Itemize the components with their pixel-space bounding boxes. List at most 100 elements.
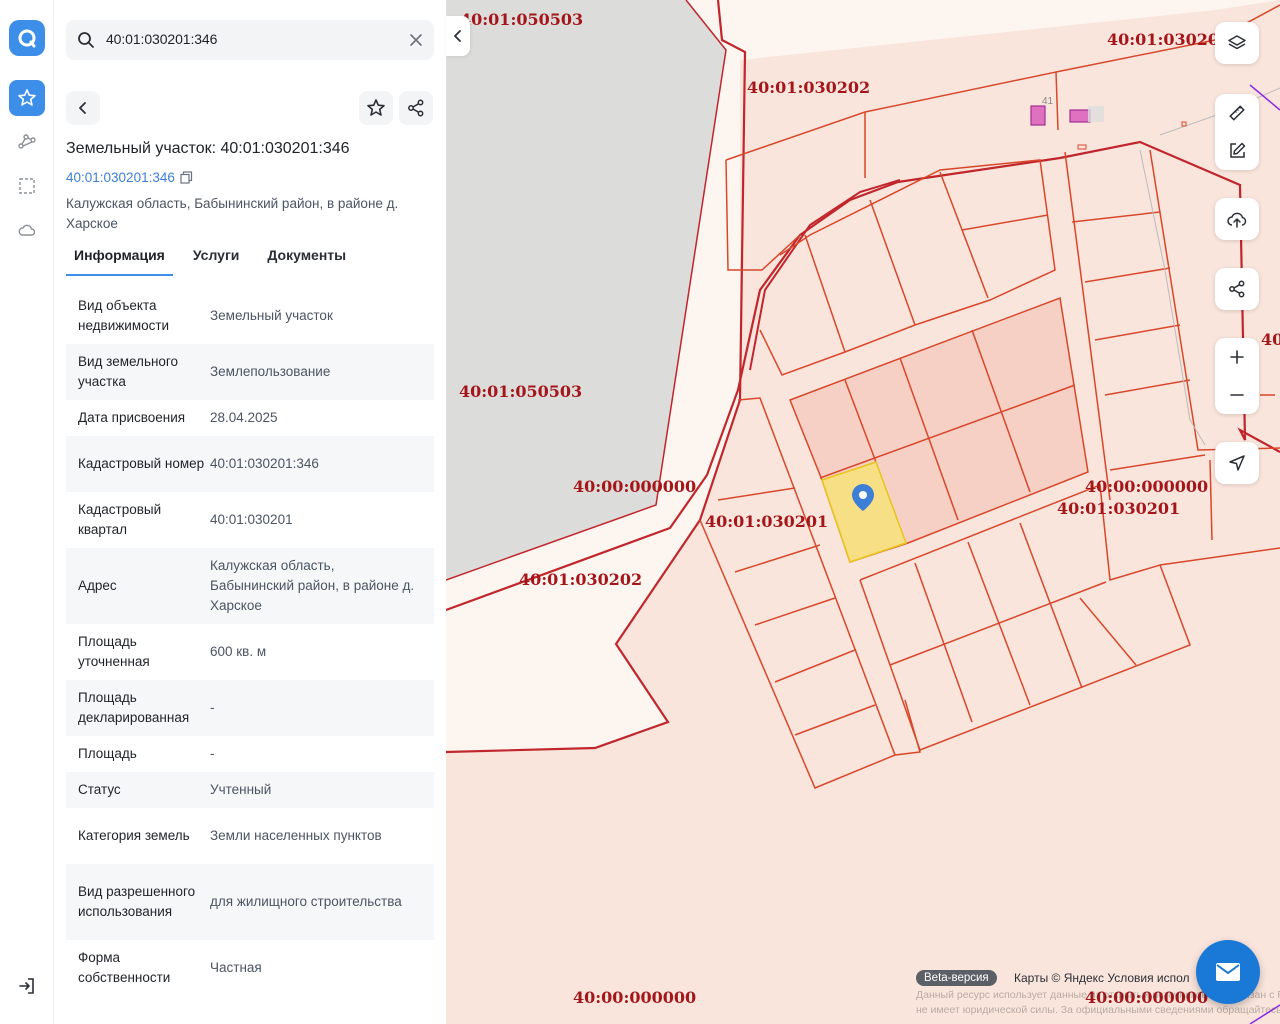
geolocation-control[interactable] [1215, 442, 1259, 484]
map-view[interactable]: 40:01:050503 40:01:050503 40:01:030202 4… [446, 0, 1280, 1024]
search-box[interactable]: 40:01:030201:346 [66, 20, 434, 60]
quarter-label: 40:00:000000 [573, 477, 697, 496]
row-value: Калужская область, Бабынинский район, в … [210, 558, 415, 613]
favorites-nav-button[interactable] [9, 80, 45, 116]
map-attribution[interactable]: Карты © Яндекс Условия испол [1014, 971, 1190, 985]
cloud-icon [18, 224, 36, 236]
search-icon [78, 32, 94, 48]
layers-control[interactable] [1215, 22, 1259, 64]
favorite-button[interactable] [359, 91, 393, 125]
zoom-out-button[interactable] [1215, 376, 1259, 414]
area-select-nav-button[interactable] [9, 168, 45, 204]
table-row: Вид объекта недвижимости Земельный участо… [66, 288, 434, 344]
row-key: Кадастровый номер [78, 456, 205, 471]
share-button[interactable] [399, 91, 433, 125]
map-share-control[interactable] [1215, 268, 1259, 310]
row-key: Адрес [78, 578, 117, 593]
page-title: Земельный участок: 40:01:030201:346 [66, 140, 350, 157]
quarter-label: 40:00:000000 [573, 988, 697, 1007]
table-row: Площадь декларированная - [66, 680, 434, 736]
row-value: Учтенный [210, 782, 272, 797]
row-key: Вид объекта недвижимости [78, 298, 170, 333]
quarter-label: 40 [1261, 330, 1280, 349]
star-icon [367, 99, 385, 116]
share-icon [408, 99, 424, 117]
star-icon [18, 89, 36, 106]
tab-services[interactable]: Услуги [185, 246, 248, 276]
row-key: Площадь декларированная [78, 690, 190, 725]
quarter-label: 40:01:050503 [460, 10, 584, 29]
quarter-label: 40:00:000000 [1085, 477, 1209, 496]
row-value: Земельный участок [210, 308, 333, 323]
row-value: - [210, 700, 215, 715]
details-panel: 40:01:030201:346 Земельный участок: 40:0… [54, 0, 446, 1024]
tab-info[interactable]: Информация [66, 246, 173, 276]
row-value: Земли населенных пунктов [210, 828, 382, 843]
zoom-control [1215, 338, 1259, 414]
login-button[interactable] [9, 968, 45, 1004]
quarter-label: 40:01:050503 [459, 382, 583, 401]
address-subtitle: Калужская область, Бабынинский район, в … [66, 196, 399, 231]
info-table: Вид объекта недвижимости Земельный участо… [66, 288, 434, 996]
layers-icon [1228, 35, 1246, 50]
table-row: Площадь уточненная 600 кв. м [66, 624, 434, 680]
search-input[interactable]: 40:01:030201:346 [106, 31, 217, 47]
chevron-left-icon [454, 30, 461, 42]
cloud-nav-button[interactable] [9, 212, 45, 248]
chevron-left-icon [79, 102, 86, 114]
upload-control[interactable] [1215, 198, 1259, 240]
mail-icon [1216, 963, 1240, 981]
app-logo[interactable] [9, 20, 45, 56]
row-key: Вид разрешенного использования [78, 884, 196, 919]
row-key: Форма собственности [78, 950, 171, 985]
share-icon [1229, 280, 1245, 298]
feedback-mail-button[interactable] [1196, 940, 1260, 1004]
left-rail [0, 0, 54, 1024]
table-row: Площадь - [66, 736, 434, 772]
close-icon[interactable] [408, 32, 424, 48]
geolocation-button[interactable] [1215, 442, 1259, 484]
route-nav-button[interactable] [9, 124, 45, 160]
zoom-in-button[interactable] [1215, 338, 1259, 376]
layers-button[interactable] [1215, 22, 1259, 64]
navigation-arrow-icon [1229, 455, 1245, 471]
tab-documents[interactable]: Документы [259, 246, 354, 276]
copy-icon[interactable] [180, 171, 193, 184]
tools-control [1215, 94, 1259, 170]
map-share-button[interactable] [1215, 268, 1259, 310]
ruler-button[interactable] [1215, 94, 1259, 132]
dashed-square-icon [19, 178, 35, 194]
row-value: Частная [210, 960, 262, 975]
table-row: Дата присвоения 28.04.2025 [66, 400, 434, 436]
table-row: Адрес Калужская область, Бабынинский райо… [66, 548, 434, 624]
collapse-panel-button[interactable] [446, 16, 470, 56]
row-key: Статус [78, 782, 121, 797]
table-row: Статус Учтенный [66, 772, 434, 808]
table-row: Вид разрешенного использования для жилищн… [66, 864, 434, 940]
cadastral-number-link[interactable]: 40:01:030201:346 [66, 170, 193, 185]
row-value: - [210, 746, 215, 761]
row-value: для жилищного строительства [210, 894, 402, 909]
detail-tabs: Информация Услуги Документы [66, 246, 366, 276]
row-key: Вид земельного участка [78, 354, 179, 389]
row-key: Площадь [78, 746, 137, 761]
table-row: Форма собственности Частная [66, 940, 434, 996]
logo-icon [18, 29, 36, 48]
row-key: Площадь уточненная [78, 634, 150, 669]
upload-button[interactable] [1215, 198, 1259, 240]
quarter-label: 40:01:03020 [1107, 30, 1220, 49]
quarter-label: 40:01:030202 [519, 570, 643, 589]
quarter-label: 40:01:030201 [705, 512, 829, 531]
ruler-icon [1229, 105, 1245, 121]
quarter-label: 40:01:030202 [747, 78, 871, 97]
beta-badge: Beta-версия [916, 970, 997, 986]
row-value: Землепользование [210, 364, 331, 379]
row-key: Категория земель [78, 828, 190, 843]
table-row: Вид земельного участка Землепользование [66, 344, 434, 400]
row-value: 28.04.2025 [210, 410, 278, 425]
cloud-upload-icon [1227, 212, 1247, 228]
cadastral-number-text[interactable]: 40:01:030201:346 [66, 170, 175, 185]
back-button[interactable] [66, 91, 100, 125]
graph-icon [18, 134, 36, 149]
edit-button[interactable] [1215, 132, 1259, 170]
